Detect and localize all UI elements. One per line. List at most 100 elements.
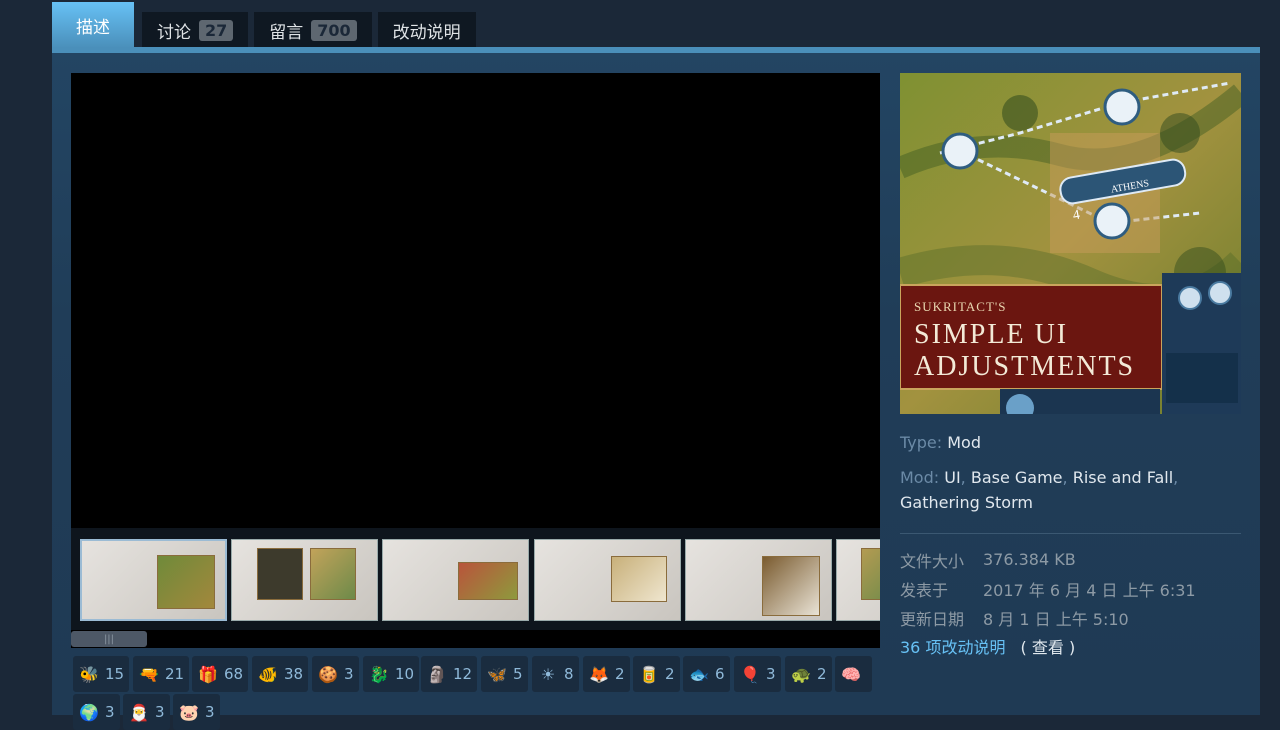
divider: [900, 533, 1241, 534]
award-badge[interactable]: 🐟 6: [683, 656, 730, 692]
scrollbar-thumb[interactable]: |||: [71, 631, 147, 647]
mod-info: Type: Mod Mod: UI, Base Game, Rise and F…: [900, 430, 1241, 515]
award-icon: 🐉: [369, 664, 389, 684]
award-icon: 🎅: [129, 702, 149, 722]
award-icon: 🌍: [79, 702, 99, 722]
screenshot-thumbnail[interactable]: [534, 539, 681, 621]
count-badge: 27: [199, 19, 234, 41]
award-icon: 🦋: [487, 664, 507, 684]
award-badge[interactable]: 🎁 68: [192, 656, 249, 692]
tab-discussions[interactable]: 讨论 27: [142, 12, 249, 48]
award-badge[interactable]: 🦋 5: [481, 656, 528, 692]
award-icon: 🎁: [198, 664, 218, 684]
award-badge[interactable]: 🐢 2: [785, 656, 832, 692]
screenshot-thumbnail[interactable]: [836, 539, 880, 621]
hero-title-line2: ADJUSTMENTS: [914, 351, 1135, 382]
award-badge[interactable]: 🗿 12: [421, 656, 478, 692]
video-player[interactable]: [71, 73, 880, 528]
tag-gathering-storm[interactable]: Gathering Storm: [900, 493, 1033, 512]
award-icon: 🗿: [427, 664, 447, 684]
type-label: Type:: [900, 433, 943, 452]
award-count: 2: [615, 665, 625, 683]
mod-label: Mod:: [900, 468, 940, 487]
award-count: 3: [155, 703, 165, 721]
posted-value: 2017 年 6 月 4 日 上午 6:31: [983, 580, 1196, 600]
award-icon: 🐷: [179, 702, 199, 722]
file-stats: 文件大小 376.384 KB 发表于 2017 年 6 月 4 日 上午 6:…: [900, 545, 1241, 632]
change-notes-link-row: 36 项改动说明 ( 查看 ): [900, 634, 1075, 658]
award-badge[interactable]: 🎈 3: [734, 656, 781, 692]
updated-value: 8 月 1 日 上午 5:10: [983, 609, 1129, 629]
tag-base-game[interactable]: Base Game: [971, 468, 1063, 487]
screenshot-carousel: [71, 528, 880, 630]
award-count: 15: [105, 665, 125, 683]
screenshot-thumbnail[interactable]: [685, 539, 832, 621]
award-icon: 🥫: [639, 664, 659, 684]
screenshot-thumbnail[interactable]: [382, 539, 529, 621]
tag-rise-and-fall[interactable]: Rise and Fall: [1073, 468, 1173, 487]
award-badge[interactable]: 🐉 10: [363, 656, 420, 692]
award-count: 38: [284, 665, 304, 683]
screenshot-thumbnail[interactable]: [80, 539, 227, 621]
award-count: 2: [817, 665, 827, 683]
award-icon: 🦊: [589, 664, 609, 684]
tab-change-notes[interactable]: 改动说明: [377, 12, 476, 48]
type-value: Mod: [947, 433, 981, 452]
change-notes-link[interactable]: 36 项改动说明: [900, 638, 1005, 657]
view-changes-link[interactable]: ( 查看 ): [1021, 638, 1076, 657]
award-badge[interactable]: ☀ 8: [532, 656, 579, 692]
award-count: 3: [105, 703, 115, 721]
award-icon: ☀: [540, 664, 556, 684]
hero-title-line1: SIMPLE UI: [914, 319, 1068, 350]
tab-label: 改动说明: [392, 22, 461, 43]
award-count: 3: [766, 665, 776, 683]
award-badge[interactable]: 🥫 2: [633, 656, 680, 692]
award-badge[interactable]: 🐠 38: [252, 656, 309, 692]
count-badge: 700: [311, 19, 357, 41]
award-count: 8: [564, 665, 574, 683]
tag-ui[interactable]: UI: [944, 468, 960, 487]
award-count: 12: [453, 665, 473, 683]
award-badge[interactable]: 🔫 21: [133, 656, 190, 692]
award-icon: 🐢: [791, 664, 811, 684]
award-icon: 🐟: [689, 664, 709, 684]
posted-row: 发表于 2017 年 6 月 4 日 上午 6:31: [900, 574, 1241, 603]
file-size-row: 文件大小 376.384 KB: [900, 545, 1241, 574]
award-badge[interactable]: 🧠: [835, 656, 872, 692]
award-badge[interactable]: 🎅 3: [123, 694, 170, 730]
award-count: 68: [224, 665, 244, 683]
award-icon: 🐝: [79, 664, 99, 684]
award-count: 5: [513, 665, 523, 683]
posted-label: 发表于: [900, 580, 949, 600]
screenshot-thumbnail[interactable]: [231, 539, 378, 621]
tab-bar: 描述 讨论 27 留言 700 改动说明: [52, 2, 482, 48]
hero-subtitle: SUKRITACT'S: [914, 299, 1006, 314]
file-size-label: 文件大小: [900, 551, 965, 571]
award-count: 2: [665, 665, 675, 683]
mod-preview-image: ATHENS 4 SUKRITACT'S SIMPLE UI ADJUSTMEN…: [900, 73, 1241, 414]
file-size-value: 376.384 KB: [983, 550, 1076, 569]
award-badge[interactable]: 🦊 2: [583, 656, 630, 692]
mod-tags-row: Mod: UI, Base Game, Rise and Fall, Gathe…: [900, 468, 1179, 512]
tab-label: 描述: [76, 17, 110, 38]
updated-label: 更新日期: [900, 609, 965, 629]
award-icon: 🍪: [318, 664, 338, 684]
tab-label: 讨论: [157, 22, 191, 43]
award-badge[interactable]: 🍪 3: [312, 656, 359, 692]
award-icon: 🎈: [740, 664, 760, 684]
tab-description[interactable]: 描述: [52, 2, 134, 48]
award-count: 6: [715, 665, 725, 683]
award-badge[interactable]: 🐷 3: [173, 694, 220, 730]
award-icon: 🧠: [841, 664, 861, 684]
tab-comments[interactable]: 留言 700: [254, 12, 372, 48]
award-badge[interactable]: 🌍 3: [73, 694, 120, 730]
type-row: Type: Mod: [900, 430, 1241, 455]
award-count: 10: [395, 665, 415, 683]
award-icon: 🔫: [139, 664, 159, 684]
award-badge[interactable]: 🐝 15: [73, 656, 130, 692]
award-count: 21: [165, 665, 185, 683]
carousel-scrollbar[interactable]: |||: [71, 630, 880, 648]
updated-row: 更新日期 8 月 1 日 上午 5:10: [900, 603, 1241, 632]
award-count: 3: [205, 703, 215, 721]
tab-label: 留言: [269, 22, 304, 43]
